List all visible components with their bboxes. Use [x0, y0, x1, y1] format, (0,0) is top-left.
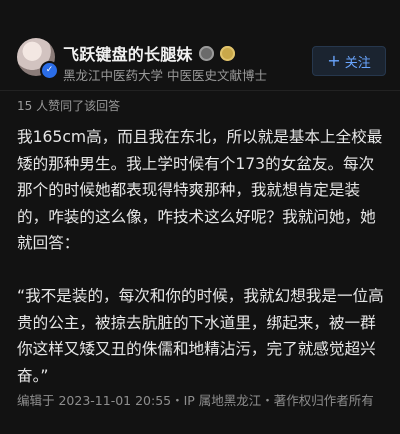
- likes-count: 15 人赞同了该回答: [17, 99, 121, 113]
- divider: [0, 90, 400, 91]
- answer-header: ✓ 飞跃键盘的长腿妹 黑龙江中医药大学 中医医史文献博士 + 关注: [0, 0, 400, 86]
- paragraph: “我不是装的，每次和你的时候，我就幻想我是一位高贵的公主，被掠去肮脏的下水道里，…: [17, 286, 384, 385]
- gold-badge-icon: [219, 45, 235, 61]
- verified-check-icon: ✓: [40, 61, 59, 80]
- follow-button[interactable]: + 关注: [312, 46, 386, 76]
- paragraph: 我165cm高，而且我在东北，所以就是基本上全校最矮的那种男生。我上学时候有个1…: [17, 128, 383, 253]
- follow-label: 关注: [344, 55, 371, 71]
- plus-icon: +: [327, 51, 341, 70]
- author-subtitle: 黑龙江中医药大学 中医医史文献博士: [63, 68, 267, 83]
- author-name[interactable]: 飞跃键盘的长腿妹: [63, 41, 193, 65]
- author-name-row: 飞跃键盘的长腿妹: [63, 41, 235, 65]
- answer-content: 我165cm高，而且我在东北，所以就是基本上全校最矮的那种男生。我上学时候有个1…: [17, 124, 387, 389]
- edit-info: 编辑于 2023-11-01 20:55・IP 属地黑龙江・著作权归作者所有: [17, 393, 374, 408]
- badge-icon: [198, 45, 214, 61]
